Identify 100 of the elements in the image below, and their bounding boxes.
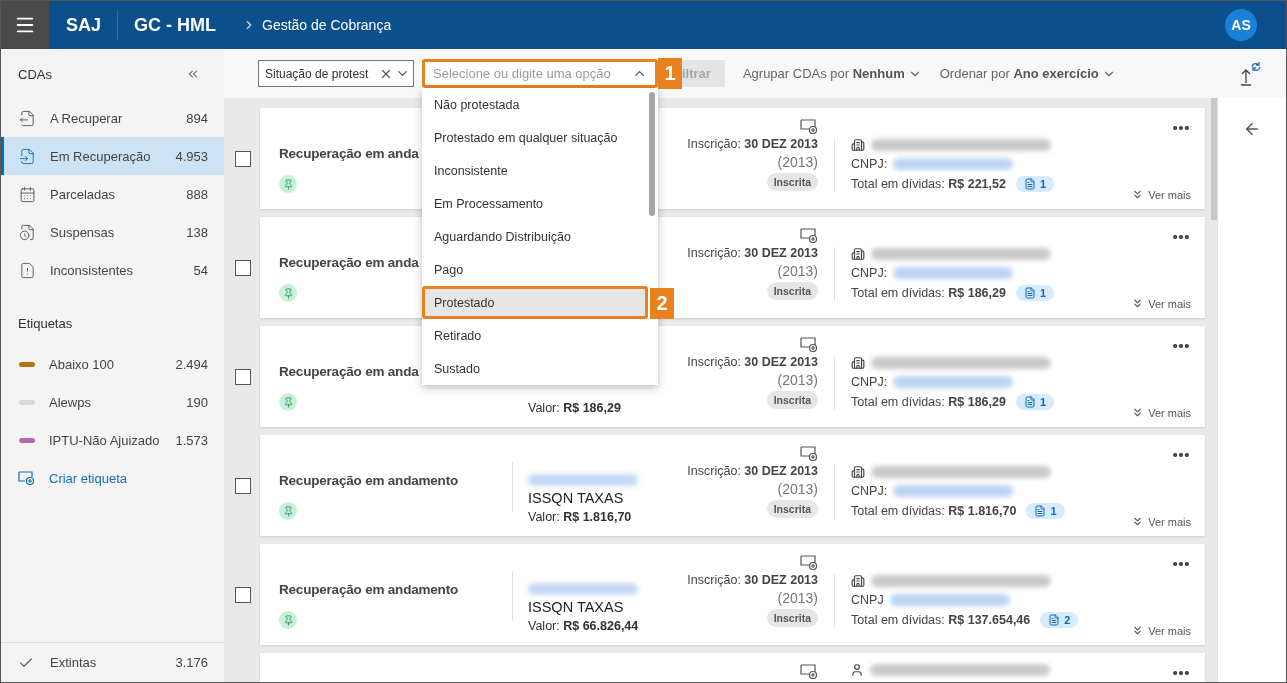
item-count: 190 — [186, 394, 208, 410]
pin-icon — [279, 284, 297, 302]
value-text: Valor: R$ 1.816,70 — [528, 510, 633, 524]
year-text: (2013) — [777, 372, 818, 388]
checkbox[interactable] — [235, 586, 251, 603]
document-warning-icon — [19, 261, 36, 279]
total-debt: Total em dívidas: R$ 186,29 — [851, 395, 1006, 409]
document-arrow-icon — [19, 109, 36, 127]
back-arrow-icon[interactable] — [1243, 120, 1261, 138]
registration-date: Inscrição: 30 DEZ 2013 — [687, 355, 818, 369]
document-arrow-icon — [19, 147, 36, 165]
value-text: Valor: R$ 66.826,44 — [528, 619, 640, 633]
documents-badge[interactable]: 2 — [1040, 612, 1079, 628]
environment-name: GC - HML — [134, 14, 216, 36]
year-text: (2013) — [777, 481, 818, 497]
total-debt: Total em dívidas: R$ 137.654,46 — [851, 613, 1031, 627]
registration-date: Inscrição: 30 DEZ 2013 — [687, 464, 818, 478]
pin-icon — [279, 611, 297, 629]
see-more-link[interactable]: Ver mais — [1131, 515, 1191, 528]
item-count: 888 — [186, 186, 208, 202]
document-clock-icon — [19, 223, 36, 241]
see-more-link[interactable]: Ver mais — [1131, 297, 1191, 310]
documents-badge[interactable]: 1 — [1026, 503, 1065, 519]
user-avatar[interactable]: AS — [1225, 9, 1257, 41]
cda-card[interactable]: Recuperação em andamento ISSQN TAXAS Valor: R$ 1.816,70 Inscrição: 30 DEZ 2013 (2013) Inscrita CNPJ: Total em dívidas: R$ 1.816,70 1 Ver mais — [260, 435, 1205, 536]
status-badge: Inscrita — [766, 609, 818, 627]
sidebar-item[interactable]: A Recuperar 894 — [1, 99, 224, 137]
screen-plus-icon[interactable] — [800, 554, 818, 570]
checkbox[interactable] — [235, 368, 251, 385]
section-title: Etiquetas — [17, 314, 74, 333]
screen-plus-icon[interactable] — [800, 118, 818, 134]
screen-plus-icon[interactable] — [800, 227, 818, 243]
item-count: 138 — [186, 224, 208, 240]
status-title: Recuperação em anda — [279, 255, 419, 270]
see-more-link[interactable]: Ver mais — [1131, 406, 1191, 419]
callout-number: 1 — [658, 58, 682, 89]
screen-plus-icon[interactable] — [800, 336, 818, 352]
tag-item[interactable]: Abaixo 100 2.494 — [1, 345, 224, 383]
cnpj-label: CNPJ: — [851, 484, 888, 498]
tax-name: ISSQN TAXAS — [528, 490, 625, 506]
checkbox[interactable] — [235, 477, 251, 494]
item-label: Parceladas — [50, 186, 116, 202]
group-by-menu[interactable]: Agrupar CDAs por Nenhum — [742, 66, 922, 81]
screen-plus-icon[interactable] — [800, 445, 818, 461]
registration-date: Inscrição: 30 DEZ 2013 — [687, 573, 818, 587]
status-badge: Inscrita — [766, 173, 818, 191]
dropdown-option[interactable]: Sustado — [422, 352, 648, 385]
item-label: Abaixo 100 — [49, 356, 115, 372]
tag-item[interactable]: IPTU-Não Ajuizado 1.573 — [1, 421, 224, 459]
see-more-link[interactable]: Ver mais — [1131, 188, 1191, 201]
item-label: Extintas — [50, 655, 97, 670]
item-label: Em Recuperação — [50, 148, 151, 164]
filter-chip[interactable]: Situação de protest — [258, 60, 414, 87]
value-text: Valor: R$ 186,29 — [528, 401, 622, 415]
tag-plus-icon — [18, 471, 35, 485]
screen-plus-icon[interactable] — [800, 663, 818, 679]
documents-badge[interactable]: 1 — [1015, 394, 1055, 410]
item-count: 894 — [186, 110, 208, 126]
sidebar-item[interactable]: Inconsistentes 54 — [1, 251, 224, 289]
item-count: 54 — [193, 262, 208, 278]
tax-name: ISSQN TAXAS — [528, 599, 625, 615]
status-title: Recuperação em andamento — [279, 473, 458, 488]
cda-card[interactable]: Recuperação em andamento ISSQN TAXAS Valor: R$ 66.826,44 Inscrição: 30 DEZ 2013 (2013) Inscrita CNPJ Total em dívidas: R$ 137.654,46 2 Ver mais — [260, 544, 1205, 645]
tag-item[interactable]: Alewps 190 — [1, 383, 224, 421]
app-name: SAJ — [66, 10, 118, 40]
sidebar-item[interactable]: Parceladas 888 — [1, 175, 224, 213]
year-text: (2013) — [777, 263, 818, 279]
dropdown-option[interactable]: Não protestada — [422, 88, 648, 121]
status-badge: Inscrita — [766, 282, 818, 300]
documents-badge[interactable]: 1 — [1015, 176, 1055, 192]
cnpj-label: CNPJ: — [851, 157, 888, 171]
total-debt: Total em dívidas: R$ 1.816,70 — [851, 504, 1017, 518]
item-count: 1.573 — [175, 432, 208, 448]
item-count: 3.176 — [175, 655, 208, 670]
status-badge: Inscrita — [766, 391, 818, 409]
item-label: Alewps — [49, 394, 91, 410]
checkbox[interactable] — [235, 259, 251, 276]
sidebar-item[interactable]: Suspensas 138 — [1, 213, 224, 251]
year-text: (2013) — [777, 154, 818, 170]
section-title: CDAs — [18, 66, 52, 82]
status-title: Recuperação em andamento — [279, 582, 458, 597]
cnpj-label: CNPJ: — [851, 266, 888, 280]
sort-by-menu[interactable]: Ordenar por Ano exercício — [939, 66, 1116, 81]
registration-date: Inscrição: 30 DEZ 2013 — [687, 137, 818, 151]
calendar-icon — [19, 185, 36, 203]
checkbox[interactable] — [235, 150, 251, 167]
menu-icon[interactable] — [1, 1, 49, 49]
pin-icon — [279, 393, 297, 411]
total-debt: Total em dívidas: R$ 186,29 — [851, 286, 1006, 300]
collapse-icon[interactable] — [186, 67, 200, 81]
documents-badge[interactable]: 1 — [1015, 285, 1055, 301]
sidebar-item[interactable]: Em Recuperação 4.953 — [1, 137, 224, 175]
export-refresh-icon[interactable] — [1240, 60, 1262, 87]
breadcrumb[interactable]: Gestão de Cobrança — [262, 17, 392, 33]
cnpj-label: CNPJ — [851, 593, 884, 607]
item-label: Suspensas — [50, 224, 115, 240]
create-tag-link[interactable]: Criar etiqueta — [1, 459, 224, 497]
see-more-link[interactable]: Ver mais — [1131, 624, 1191, 637]
item-label: Inconsistentes — [50, 262, 134, 278]
item-count: 4.953 — [175, 148, 208, 164]
